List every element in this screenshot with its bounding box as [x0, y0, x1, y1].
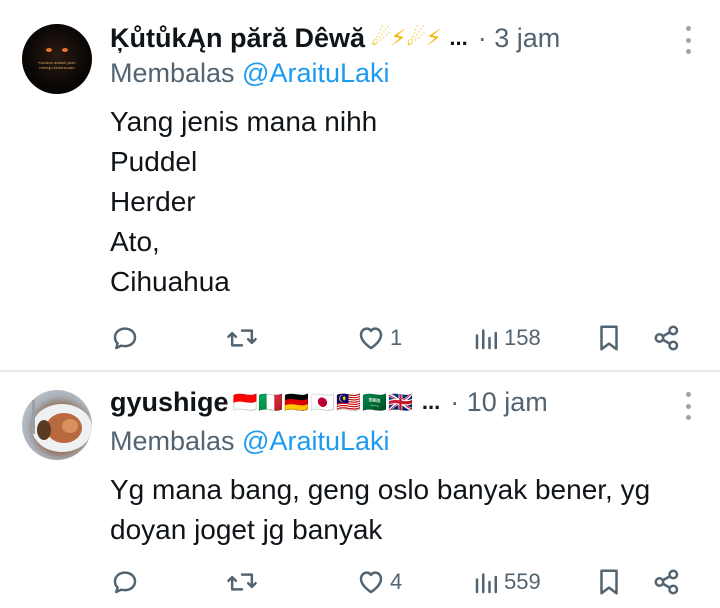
food-photo [32, 400, 92, 452]
replying-to: Membalas @AraituLaki [110, 58, 390, 89]
share-icon [654, 325, 679, 351]
action-bar: 1 158 [0, 318, 720, 358]
more-icon[interactable] [684, 392, 692, 420]
bookmark-button[interactable] [596, 318, 622, 358]
replying-to: Membalas @AraituLaki [110, 426, 390, 457]
like-count: 1 [390, 325, 403, 350]
views-icon [475, 329, 497, 350]
reply-icon [113, 327, 137, 350]
reply-handle[interactable]: @AraituLaki [242, 426, 389, 456]
avatar-caption: Kutukan adalah jalan menuju kehancuran [38, 60, 76, 70]
tweet-text: Yg mana bang, geng oslo banyak bener, yg… [110, 474, 651, 545]
repost-icon [227, 573, 257, 591]
name-truncation: ... [421, 389, 441, 414]
reply-prefix: Membalas [110, 426, 243, 456]
reply-tweet[interactable]: Kutukan adalah jalan menuju kehancuran Ķ… [0, 0, 720, 370]
tweet-header: ĶůtůkĄn pără Dêwă ☄⚡☄⚡ ... · 3 jam [110, 20, 560, 56]
like-button[interactable]: 1 [356, 318, 402, 358]
action-bar: 4 559 [0, 562, 720, 602]
author-emoji: 🇮🇩🇮🇹🇩🇪🇯🇵🇲🇾🇸🇦🇬🇧 [232, 391, 414, 414]
repost-button[interactable] [226, 562, 258, 602]
repost-button[interactable] [226, 318, 258, 358]
avatar[interactable] [22, 390, 92, 460]
heart-icon [359, 571, 383, 594]
bookmark-icon [600, 569, 618, 595]
share-button[interactable] [652, 562, 682, 602]
views-button[interactable]: 559 [474, 562, 541, 602]
views-count: 158 [504, 325, 541, 350]
reply-button[interactable] [110, 562, 140, 602]
reply-tweet[interactable]: gyushige 🇮🇩🇮🇹🇩🇪🇯🇵🇲🇾🇸🇦🇬🇧 ... · 10 jam Mem… [0, 372, 720, 608]
name-truncation: ... [449, 25, 468, 50]
bookmark-icon [600, 325, 618, 351]
views-icon [475, 573, 497, 594]
views-button[interactable]: 158 [474, 318, 541, 358]
share-icon [654, 569, 679, 595]
heart-icon [359, 327, 383, 350]
tweet-header: gyushige 🇮🇩🇮🇹🇩🇪🇯🇵🇲🇾🇸🇦🇬🇧 ... · 10 jam [110, 384, 548, 420]
reply-icon [113, 571, 137, 594]
reply-button[interactable] [110, 318, 140, 358]
share-button[interactable] [652, 318, 682, 358]
like-button[interactable]: 4 [356, 562, 402, 602]
avatar[interactable]: Kutukan adalah jalan menuju kehancuran [22, 24, 92, 94]
reply-handle[interactable]: @AraituLaki [242, 58, 389, 88]
bookmark-button[interactable] [596, 562, 622, 602]
author-name[interactable]: gyushige [110, 387, 229, 418]
repost-icon [227, 329, 257, 347]
timestamp[interactable]: · 3 jam [478, 23, 561, 54]
views-count: 559 [504, 569, 541, 594]
more-icon[interactable] [684, 26, 692, 54]
timestamp[interactable]: · 10 jam [450, 387, 548, 418]
tweet-text: Yang jenis mana nihh Puddel Herder Ato, … [110, 106, 378, 297]
avatar-eye [46, 48, 52, 52]
reply-prefix: Membalas [110, 58, 243, 88]
author-name[interactable]: ĶůtůkĄn pără Dêwă [110, 23, 365, 54]
author-emoji: ☄⚡☄⚡ [371, 25, 442, 50]
avatar-eye [62, 48, 68, 52]
like-count: 4 [390, 569, 403, 594]
